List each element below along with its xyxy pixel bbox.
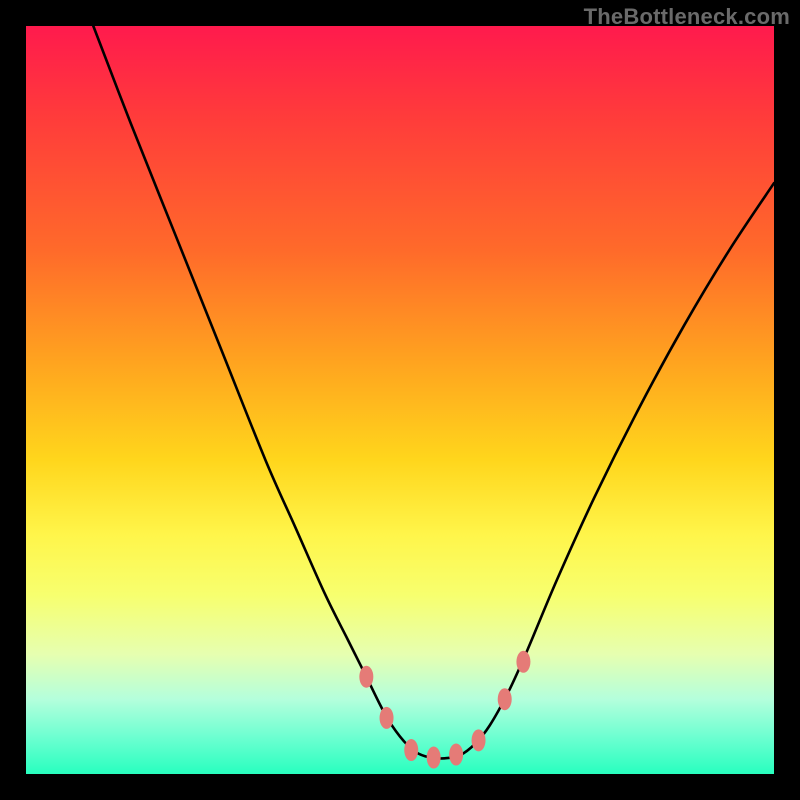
valley-marker — [516, 651, 530, 673]
watermark-text: TheBottleneck.com — [584, 4, 790, 30]
bottleneck-curve — [93, 26, 774, 759]
valley-marker — [472, 729, 486, 751]
curve-svg — [26, 26, 774, 774]
plot-area — [26, 26, 774, 774]
valley-marker — [498, 688, 512, 710]
valley-marker — [404, 739, 418, 761]
valley-markers — [359, 651, 530, 769]
valley-marker — [380, 707, 394, 729]
valley-marker — [359, 666, 373, 688]
valley-marker — [449, 744, 463, 766]
valley-marker — [427, 747, 441, 769]
outer-frame: TheBottleneck.com — [0, 0, 800, 800]
